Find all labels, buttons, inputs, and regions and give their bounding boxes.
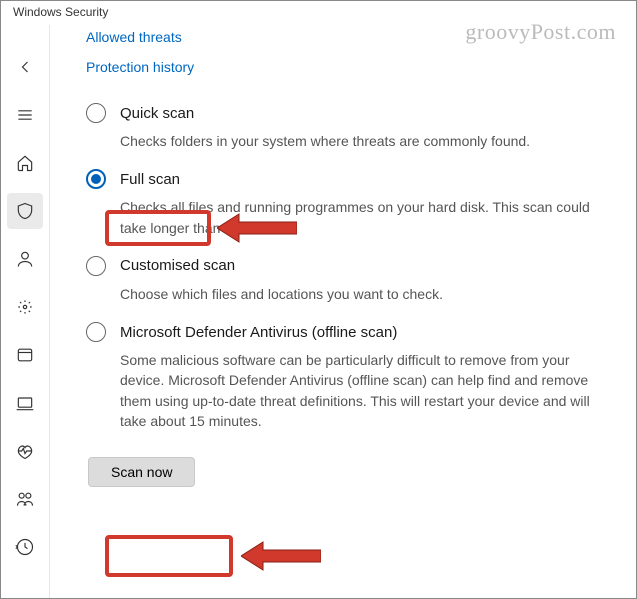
arrow-left-icon xyxy=(15,57,35,77)
option-full-scan: Full scan Checks all files and running p… xyxy=(86,169,612,238)
radio-full-scan[interactable] xyxy=(86,169,106,189)
app-browser-icon xyxy=(15,345,35,365)
desc-offline-scan: Some malicious software can be particula… xyxy=(120,350,612,431)
sidebar-item-device-security[interactable] xyxy=(7,385,43,421)
radio-offline-scan[interactable] xyxy=(86,322,106,342)
option-quick-scan: Quick scan Checks folders in your system… xyxy=(86,103,612,151)
label-custom-scan: Customised scan xyxy=(120,257,235,274)
menu-icon xyxy=(15,105,35,125)
option-offline-scan: Microsoft Defender Antivirus (offline sc… xyxy=(86,322,612,431)
sidebar-item-virus[interactable] xyxy=(7,193,43,229)
sidebar-item-firewall[interactable] xyxy=(7,289,43,325)
sidebar-item-app-browser[interactable] xyxy=(7,337,43,373)
radio-custom-scan[interactable] xyxy=(86,256,106,276)
radio-quick-scan[interactable] xyxy=(86,103,106,123)
scan-now-button[interactable]: Scan now xyxy=(88,457,195,487)
label-full-scan: Full scan xyxy=(120,171,180,188)
shield-icon xyxy=(15,201,35,221)
menu-button[interactable] xyxy=(7,97,43,133)
sidebar-item-family[interactable] xyxy=(7,481,43,517)
link-protection-history[interactable]: Protection history xyxy=(86,59,612,75)
sidebar-item-home[interactable] xyxy=(7,145,43,181)
scan-options: Quick scan Checks folders in your system… xyxy=(86,103,612,487)
sidebar xyxy=(1,25,49,598)
firewall-icon xyxy=(15,297,35,317)
label-offline-scan: Microsoft Defender Antivirus (offline sc… xyxy=(120,324,397,341)
link-allowed-threats[interactable]: Allowed threats xyxy=(86,29,612,45)
heart-pulse-icon xyxy=(15,441,35,461)
history-icon xyxy=(15,537,35,557)
back-button[interactable] xyxy=(7,49,43,85)
sidebar-item-account[interactable] xyxy=(7,241,43,277)
desc-quick-scan: Checks folders in your system where thre… xyxy=(120,131,612,151)
sidebar-item-performance[interactable] xyxy=(7,433,43,469)
family-icon xyxy=(15,489,35,509)
sidebar-item-history[interactable] xyxy=(7,529,43,565)
device-security-icon xyxy=(15,393,35,413)
home-icon xyxy=(15,153,35,173)
content-area: Allowed threats Protection history Quick… xyxy=(49,25,636,598)
option-custom-scan: Customised scan Choose which files and l… xyxy=(86,256,612,304)
desc-custom-scan: Choose which files and locations you wan… xyxy=(120,284,612,304)
account-icon xyxy=(15,249,35,269)
desc-full-scan: Checks all files and running programmes … xyxy=(120,197,612,238)
window-title: Windows Security xyxy=(13,5,108,19)
label-quick-scan: Quick scan xyxy=(120,105,194,122)
